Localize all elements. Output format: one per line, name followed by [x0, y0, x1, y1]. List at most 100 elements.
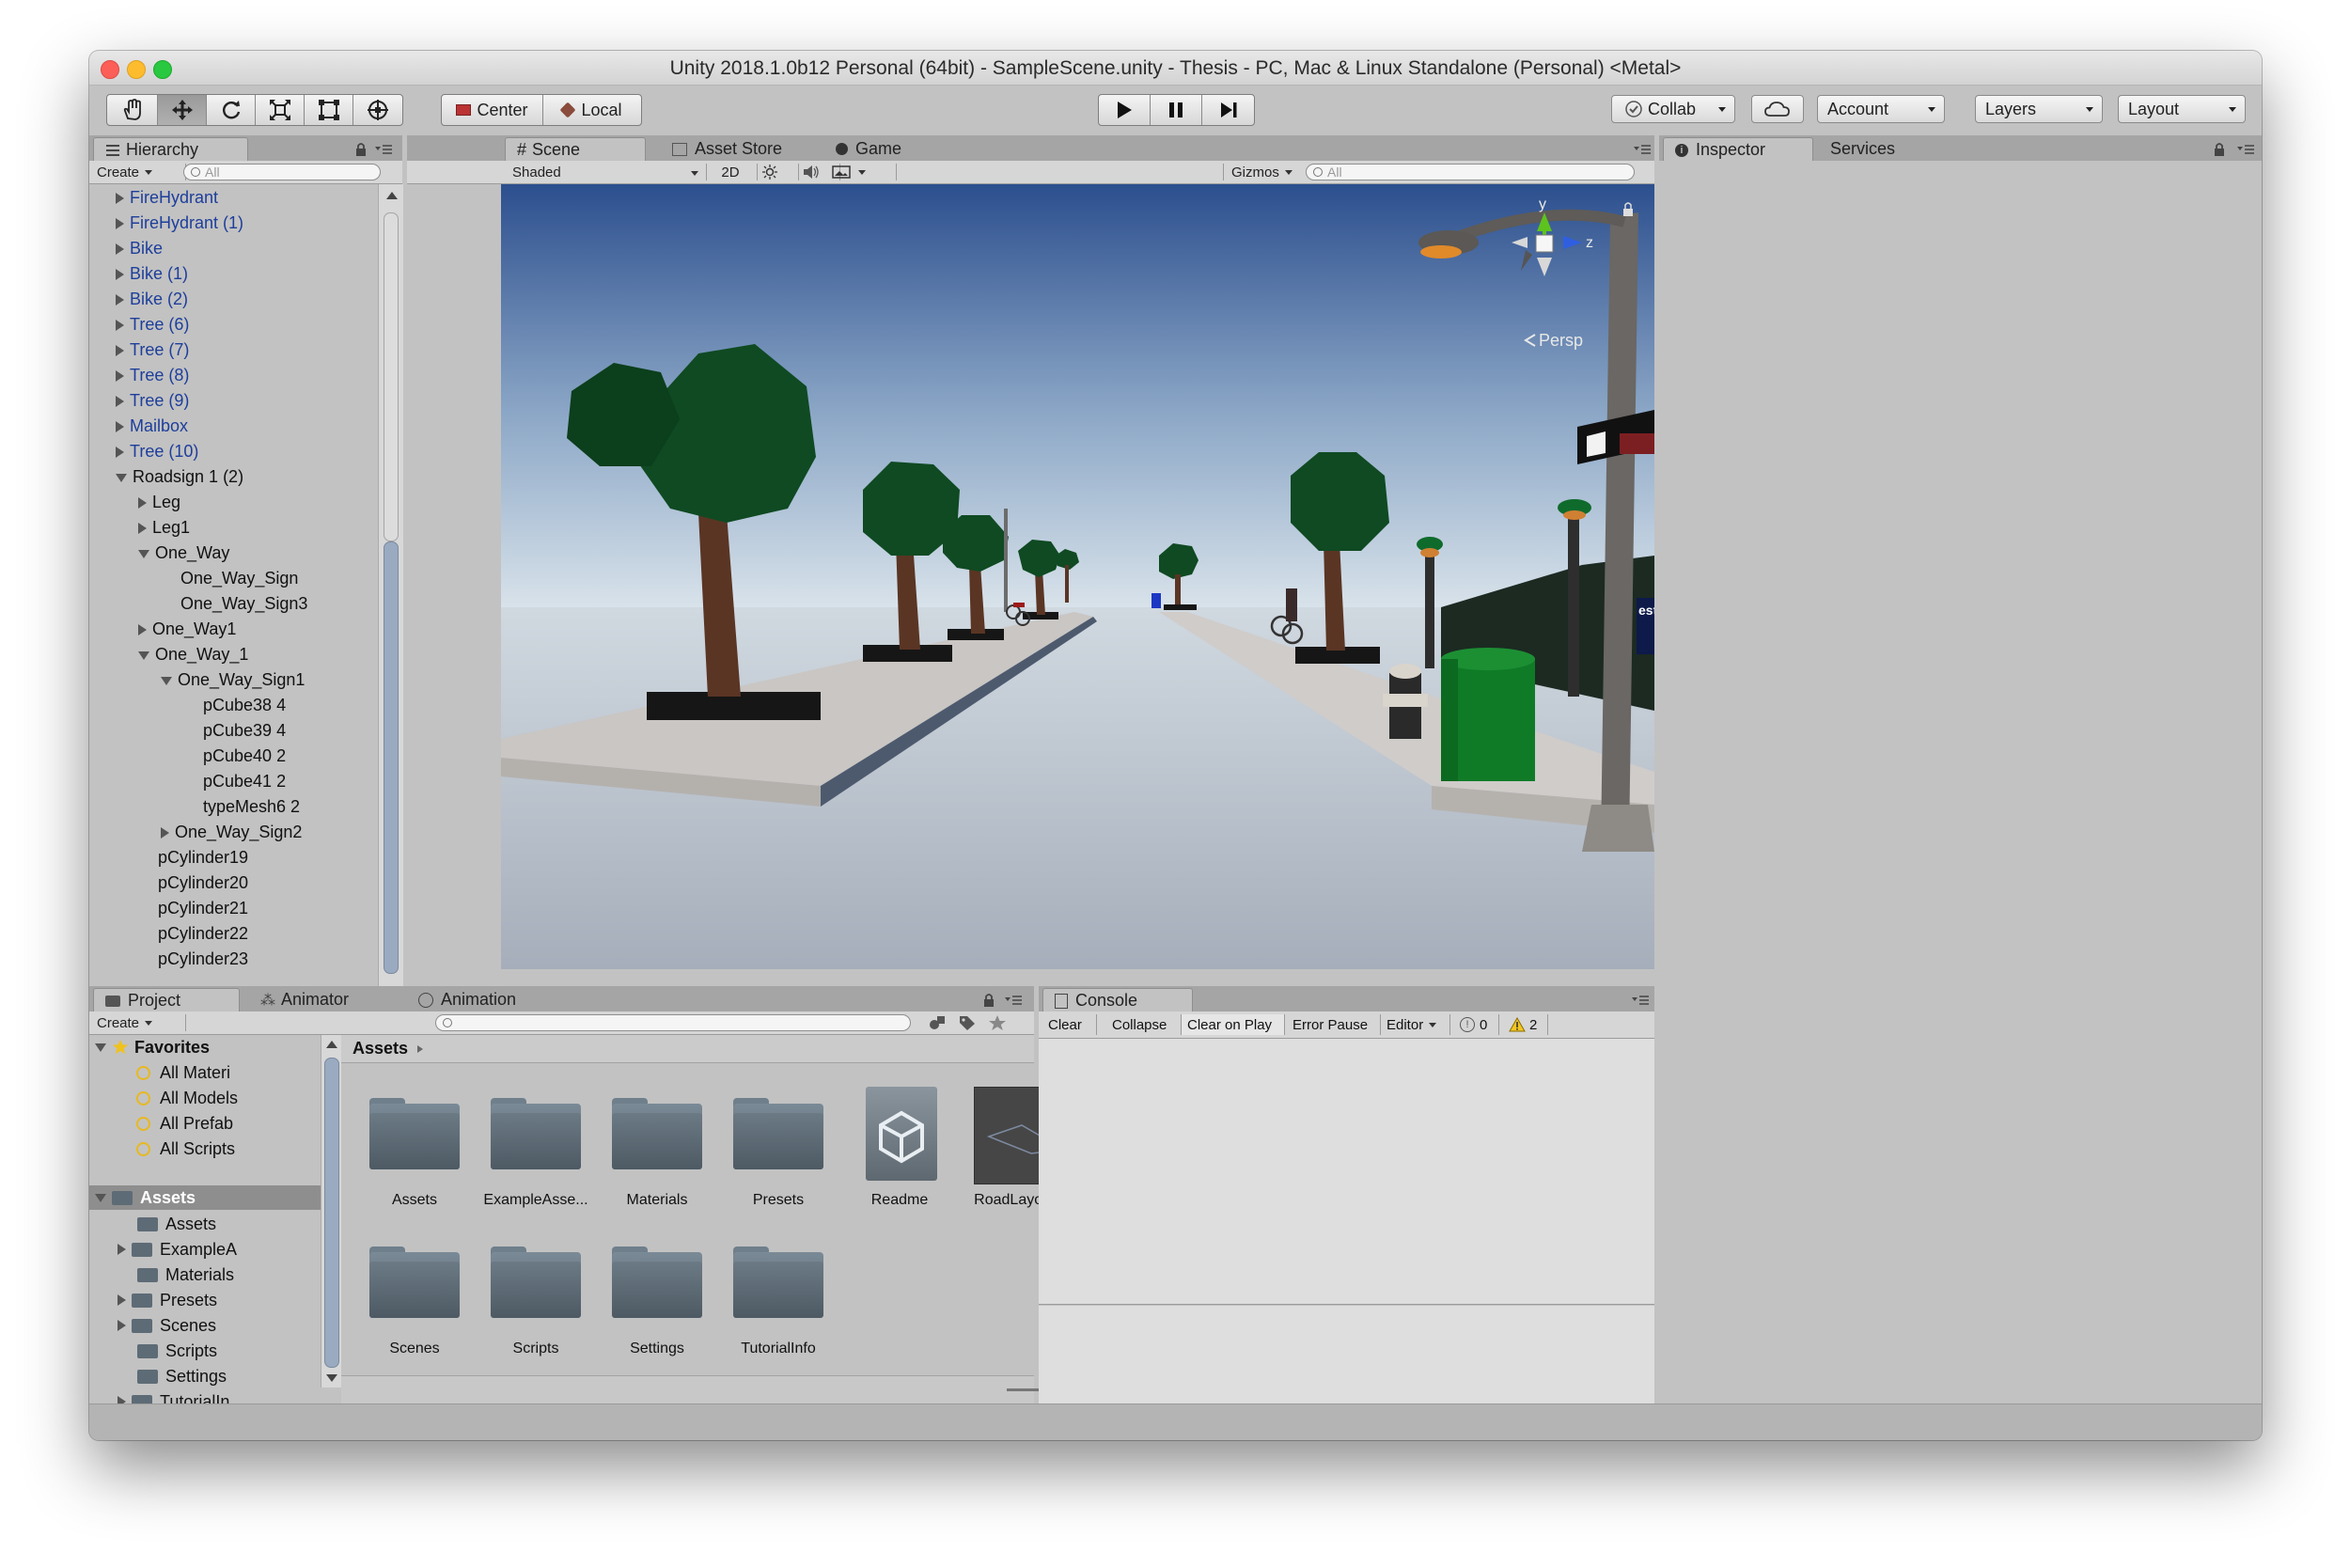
asset-folder-item[interactable]: Presets: [118, 1288, 217, 1312]
expand-arrow-icon[interactable]: [116, 243, 124, 256]
hierarchy-search-input[interactable]: All: [183, 164, 381, 180]
console-clear-button[interactable]: Clear: [1042, 1014, 1097, 1035]
favorite-item[interactable]: All Models: [136, 1086, 238, 1110]
tag-icon[interactable]: [958, 1014, 977, 1031]
expand-arrow-icon[interactable]: [116, 218, 124, 230]
console-collapse-button[interactable]: Collapse: [1106, 1014, 1182, 1035]
hierarchy-item[interactable]: Leg1: [138, 518, 190, 543]
collapse-arrow-icon[interactable]: [161, 676, 172, 685]
layout-dropdown[interactable]: Layout: [2118, 95, 2246, 123]
asset-folder-item[interactable]: ExampleA: [118, 1237, 237, 1262]
tab-animator[interactable]: ⁂ Animator: [249, 988, 381, 1011]
hierarchy-item[interactable]: Tree (6): [116, 315, 189, 340]
expand-arrow-icon[interactable]: [116, 294, 124, 306]
collapse-arrow-icon[interactable]: [138, 549, 149, 558]
project-sidebar-scroll-thumb[interactable]: [324, 1058, 339, 1368]
expand-arrow-icon[interactable]: [116, 421, 124, 433]
hierarchy-item[interactable]: One_Way: [138, 543, 229, 569]
account-dropdown[interactable]: Account: [1817, 95, 1945, 123]
asset-item[interactable]: Scripts: [489, 1235, 583, 1357]
asset-item[interactable]: Materials: [610, 1087, 704, 1209]
panel-menu-icon[interactable]: [1005, 994, 1022, 1007]
hierarchy-item[interactable]: pCube41 2: [183, 772, 286, 797]
expand-arrow-icon[interactable]: [116, 193, 124, 205]
hierarchy-item[interactable]: FireHydrant (1): [116, 213, 243, 239]
step-button[interactable]: [1202, 95, 1254, 125]
rect-tool-button[interactable]: [305, 95, 353, 125]
hierarchy-create-dropdown[interactable]: Create: [89, 164, 186, 180]
tab-hierarchy[interactable]: Hierarchy: [93, 137, 248, 162]
hierarchy-item[interactable]: Tree (10): [116, 442, 198, 467]
pivot-center-button[interactable]: Center: [442, 95, 543, 125]
scroll-down-arrow-icon[interactable]: [326, 1374, 337, 1382]
hierarchy-item[interactable]: Tree (8): [116, 366, 189, 391]
asset-folder-item[interactable]: TutorialIn: [118, 1389, 229, 1404]
asset-item[interactable]: Settings: [610, 1235, 704, 1357]
cloud-button[interactable]: [1751, 95, 1804, 123]
project-create-dropdown[interactable]: Create: [89, 1014, 186, 1031]
hierarchy-item[interactable]: One_Way_1: [138, 645, 248, 670]
hierarchy-item[interactable]: typeMesh6 2: [183, 797, 300, 823]
pivot-local-button[interactable]: Local: [543, 95, 641, 125]
tab-scene[interactable]: # Scene: [505, 137, 646, 162]
hierarchy-scroll-position[interactable]: [384, 541, 399, 974]
asset-item[interactable]: TutorialInfo: [731, 1235, 825, 1357]
asset-folder-item[interactable]: Scenes: [118, 1313, 216, 1338]
hierarchy-item[interactable]: Roadsign 1 (2): [116, 467, 243, 493]
expand-arrow-icon[interactable]: [118, 1320, 126, 1331]
play-button[interactable]: [1099, 95, 1151, 125]
hierarchy-item[interactable]: Bike (1): [116, 264, 188, 290]
expand-arrow-icon[interactable]: [138, 523, 147, 535]
hierarchy-item[interactable]: Mailbox: [116, 416, 188, 442]
effects-dropdown[interactable]: [824, 164, 897, 180]
hierarchy-item[interactable]: Leg: [138, 493, 180, 518]
tab-project[interactable]: Project: [93, 988, 240, 1012]
expand-arrow-icon[interactable]: [161, 827, 169, 839]
gizmos-dropdown[interactable]: Gizmos: [1223, 164, 1313, 180]
asset-folder-item[interactable]: Assets: [118, 1212, 216, 1236]
hierarchy-item[interactable]: One_Way_Sign: [161, 569, 298, 594]
layers-dropdown[interactable]: Layers: [1975, 95, 2103, 123]
expand-arrow-icon[interactable]: [116, 269, 124, 281]
expand-arrow-icon[interactable]: [116, 396, 124, 408]
tab-game[interactable]: Game: [824, 137, 937, 161]
hierarchy-item[interactable]: pCylinder23: [138, 949, 248, 975]
panel-menu-icon[interactable]: [2237, 143, 2254, 156]
asset-item[interactable]: Assets: [368, 1087, 462, 1209]
assets-header[interactable]: Assets: [89, 1185, 321, 1210]
expand-arrow-icon[interactable]: [116, 447, 124, 459]
lock-icon[interactable]: [2213, 142, 2226, 157]
scroll-up-arrow-icon[interactable]: [386, 192, 398, 199]
rotate-tool-button[interactable]: [207, 95, 256, 125]
favorite-item[interactable]: All Prefab: [136, 1111, 233, 1136]
star-icon[interactable]: [988, 1014, 1007, 1031]
expand-arrow-icon[interactable]: [138, 497, 147, 510]
hierarchy-item[interactable]: pCube38 4: [183, 696, 286, 721]
panel-menu-icon[interactable]: [375, 143, 392, 156]
console-log-list[interactable]: [1039, 1039, 1654, 1305]
hierarchy-item[interactable]: FireHydrant: [116, 188, 218, 213]
console-error-filter[interactable]: ! 0: [1454, 1014, 1499, 1035]
expand-arrow-icon[interactable]: [118, 1244, 126, 1255]
console-editor-dropdown[interactable]: Editor: [1381, 1014, 1450, 1035]
tab-inspector[interactable]: i Inspector: [1663, 137, 1813, 162]
hierarchy-item[interactable]: Tree (9): [116, 391, 189, 416]
panel-menu-icon[interactable]: [1632, 994, 1649, 1007]
asset-folder-item[interactable]: Settings: [118, 1364, 227, 1388]
expand-arrow-icon[interactable]: [118, 1294, 126, 1306]
hierarchy-item[interactable]: pCube39 4: [183, 721, 286, 746]
shading-mode-dropdown[interactable]: Shaded: [505, 164, 707, 180]
hierarchy-item[interactable]: pCube40 2: [183, 746, 286, 772]
console-clear-on-play-button[interactable]: Clear on Play: [1182, 1014, 1285, 1035]
asset-item[interactable]: Presets: [731, 1087, 825, 1209]
hierarchy-scroll-thumb[interactable]: [384, 212, 399, 541]
filter-by-type-icon[interactable]: [928, 1014, 947, 1031]
console-detail-area[interactable]: [1039, 1306, 1654, 1404]
scroll-up-arrow-icon[interactable]: [326, 1041, 337, 1048]
favorite-item[interactable]: All Materi: [136, 1060, 230, 1085]
expand-arrow-icon[interactable]: [138, 624, 147, 636]
panel-menu-icon[interactable]: [1634, 143, 1651, 156]
tab-console[interactable]: Console: [1042, 988, 1193, 1012]
expand-arrow-icon[interactable]: [116, 345, 124, 357]
hierarchy-item[interactable]: Tree (7): [116, 340, 189, 366]
